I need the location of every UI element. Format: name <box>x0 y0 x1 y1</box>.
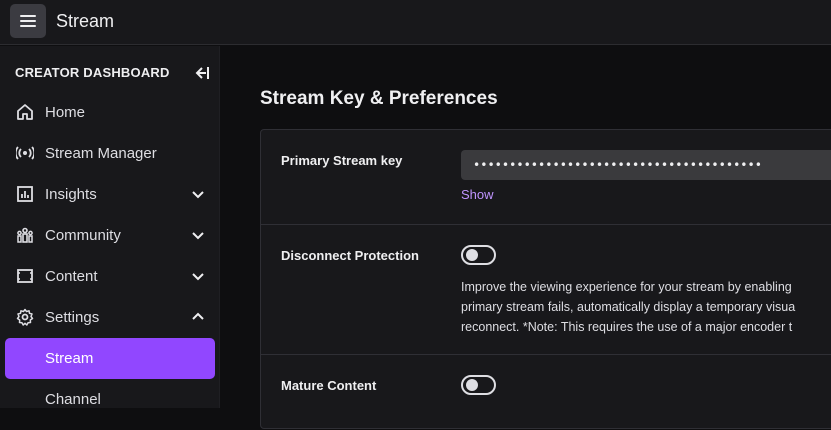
gear-icon <box>16 308 34 326</box>
sidebar-item-settings[interactable]: Settings <box>5 297 215 338</box>
disconnect-protection-toggle[interactable] <box>461 245 496 265</box>
disconnect-protection-label: Disconnect Protection <box>281 248 419 263</box>
mature-content-label: Mature Content <box>281 378 377 393</box>
disconnect-protection-description: Improve the viewing experience for your … <box>461 277 831 337</box>
sidebar-item-insights[interactable]: Insights <box>5 174 215 215</box>
sidebar: CREATOR DASHBOARD Home Stream Manager In… <box>0 46 220 408</box>
show-key-link[interactable]: Show <box>461 187 494 202</box>
app-title: Stream <box>56 11 115 31</box>
sidebar-item-label: Settings <box>45 309 100 326</box>
section-title: Stream Key & Preferences <box>260 88 498 109</box>
description-line: reconnect. *Note: This requires the use … <box>461 320 793 334</box>
sidebar-header-label: CREATOR DASHBOARD <box>15 65 170 80</box>
toggle-knob <box>466 379 478 391</box>
primary-stream-key-label: Primary Stream key <box>281 153 403 168</box>
chevron-down-icon <box>192 232 204 240</box>
main-content: Stream Key & Preferences Primary Stream … <box>221 46 831 429</box>
collapse-sidebar-icon[interactable] <box>192 64 210 82</box>
chevron-down-icon <box>192 273 204 281</box>
description-line: primary stream fails, automatically disp… <box>461 300 796 314</box>
sidebar-item-label: Community <box>45 227 121 244</box>
sidebar-item-label: Stream Manager <box>45 145 157 162</box>
chart-icon <box>17 186 33 202</box>
community-icon <box>17 227 33 243</box>
hamburger-menu-button[interactable] <box>10 4 46 38</box>
sidebar-item-channel[interactable]: Channel <box>5 379 215 420</box>
mature-content-toggle[interactable] <box>461 375 496 395</box>
sidebar-item-label: Home <box>45 104 86 121</box>
primary-stream-key-row: Primary Stream key •••••••••••••••••••••… <box>261 130 831 225</box>
disconnect-protection-row: Disconnect Protection Improve the viewin… <box>261 225 831 355</box>
sidebar-item-stream[interactable]: Stream <box>5 338 215 379</box>
sidebar-item-community[interactable]: Community <box>5 215 215 256</box>
sidebar-item-label: Stream <box>45 350 94 367</box>
sidebar-item-stream-manager[interactable]: Stream Manager <box>5 133 215 174</box>
sidebar-header: CREATOR DASHBOARD <box>15 65 210 81</box>
chevron-up-icon <box>192 312 204 320</box>
top-bar: Stream <box>0 0 831 45</box>
toggle-knob <box>466 249 478 261</box>
broadcast-icon <box>16 146 34 160</box>
mature-content-row: Mature Content <box>261 355 831 430</box>
description-line: Improve the viewing experience for your … <box>461 280 792 294</box>
sidebar-item-label: Content <box>45 268 98 285</box>
sidebar-item-content[interactable]: Content <box>5 256 215 297</box>
sidebar-item-home[interactable]: Home <box>5 92 215 133</box>
stream-key-field[interactable]: •••••••••••••••••••••••••••••••••••••••• <box>461 150 831 180</box>
chevron-down-icon <box>192 191 204 199</box>
content-icon <box>17 269 33 283</box>
sidebar-item-label: Channel <box>45 391 101 408</box>
sidebar-item-label: Insights <box>45 186 97 203</box>
settings-card: Primary Stream key •••••••••••••••••••••… <box>260 129 831 429</box>
hamburger-menu-icon <box>20 15 36 27</box>
home-icon <box>17 104 33 120</box>
